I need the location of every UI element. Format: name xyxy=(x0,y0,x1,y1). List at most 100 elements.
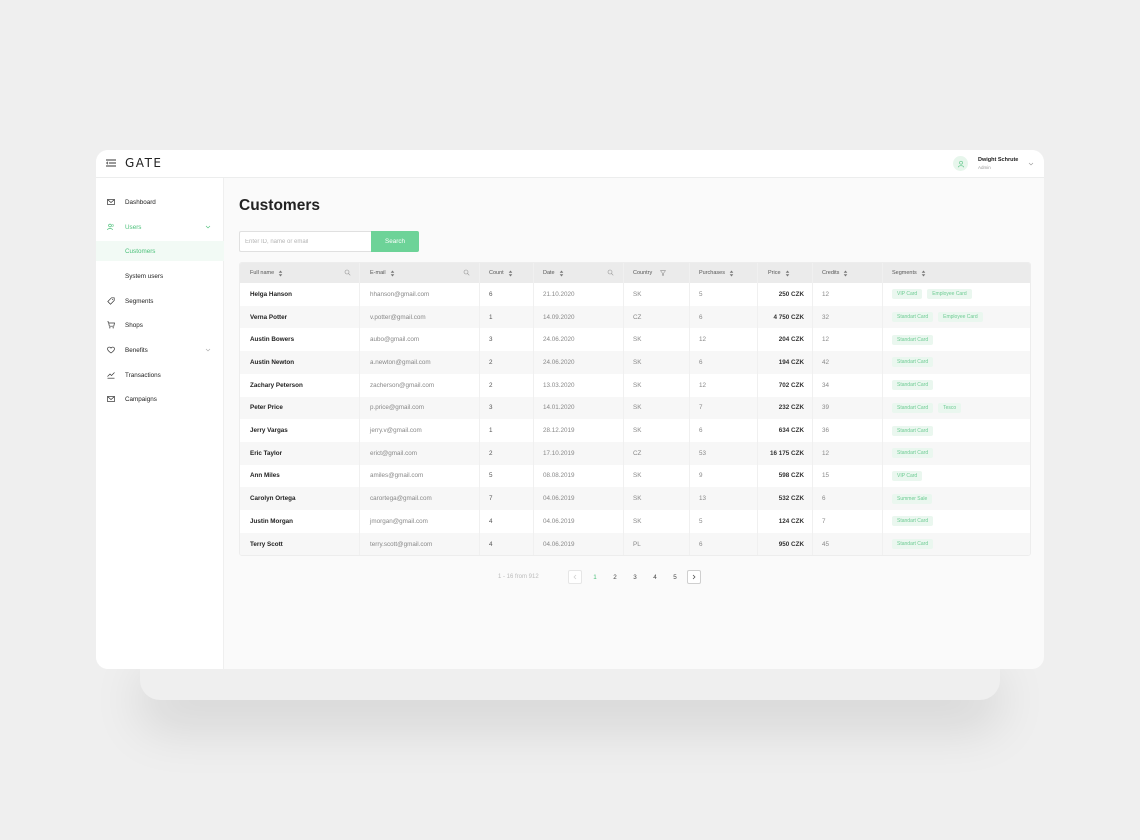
segment-tag[interactable]: Standart Card xyxy=(892,516,934,527)
column-header-count[interactable]: Count xyxy=(489,263,513,283)
pagination-page-3[interactable]: 3 xyxy=(630,574,640,581)
cell-price: 532 CZK xyxy=(778,495,804,503)
cell-email: a.newton@gmail.com xyxy=(370,358,431,366)
pagination-next-button[interactable] xyxy=(687,570,701,584)
search-button[interactable]: Search xyxy=(371,231,419,252)
segment-tag[interactable]: Tesco xyxy=(938,402,962,413)
segment-tag[interactable]: Standart Card xyxy=(892,334,934,345)
cell-date: 04.06.2019 xyxy=(543,517,575,525)
segment-tag[interactable]: Standart Card xyxy=(892,312,934,323)
pagination-page-1[interactable]: 1 xyxy=(590,574,600,581)
search-icon[interactable] xyxy=(463,269,470,276)
chevron-down-icon[interactable] xyxy=(1028,161,1034,167)
segment-tag[interactable]: VIP Card xyxy=(892,470,923,481)
cell-count: 2 xyxy=(489,381,493,389)
cell-date: 04.06.2019 xyxy=(543,495,575,503)
filter-icon[interactable] xyxy=(660,270,667,276)
column-header-credits[interactable]: Credits xyxy=(822,263,848,283)
cell-count: 3 xyxy=(489,404,493,412)
column-header-price[interactable]: Price xyxy=(768,263,790,283)
cell-credits: 42 xyxy=(822,358,830,366)
sidebar-item-label: Dashboard xyxy=(125,198,156,206)
sidebar-item-system-users[interactable]: System users xyxy=(96,266,224,286)
sidebar-item-benefits[interactable]: Benefits xyxy=(96,340,224,360)
pagination-prev-button[interactable] xyxy=(568,570,582,584)
sidebar-item-segments[interactable]: Segments xyxy=(96,291,224,311)
sort-icon xyxy=(785,270,789,276)
cell-name: Zachary Peterson xyxy=(250,381,303,389)
column-header-date[interactable]: Date xyxy=(543,263,564,283)
sidebar-item-transactions[interactable]: Transactions xyxy=(96,365,224,385)
cell-segments: Standart Card Tesco xyxy=(892,397,966,420)
cell-email: hhanson@gmail.com xyxy=(370,290,430,298)
pagination-info: 1 - 16 from 912 xyxy=(498,574,539,580)
heart-icon xyxy=(107,346,115,354)
cell-name: Helga Hanson xyxy=(250,290,292,298)
pagination-page-2[interactable]: 2 xyxy=(610,574,620,581)
cell-country: SK xyxy=(633,495,642,503)
sort-icon xyxy=(729,270,734,276)
cell-segments: VIP Card Employee Card xyxy=(892,283,977,306)
search-icon[interactable] xyxy=(344,269,351,276)
sidebar-item-campaigns[interactable]: Campaigns xyxy=(96,389,224,409)
sidebar-item-shops[interactable]: Shops xyxy=(96,315,224,335)
cell-credits: 45 xyxy=(822,540,830,548)
cell-purchases: 13 xyxy=(699,495,707,503)
cell-date: 21.10.2020 xyxy=(543,290,575,298)
chevron-down-icon[interactable] xyxy=(205,224,211,230)
segment-tag[interactable]: Standart Card xyxy=(892,448,934,459)
tag-icon xyxy=(107,297,115,305)
segment-tag[interactable]: Standart Card xyxy=(892,539,934,550)
app-logo[interactable]: GATE xyxy=(125,156,163,170)
segment-tag[interactable]: Standart Card xyxy=(892,357,934,368)
cell-country: SK xyxy=(633,381,642,389)
cell-price: 16 175 CZK xyxy=(770,449,804,457)
cell-email: p.price@gmail.com xyxy=(370,404,424,412)
chevron-down-icon[interactable] xyxy=(205,347,211,353)
sort-icon xyxy=(390,270,394,276)
avatar[interactable] xyxy=(953,156,968,171)
segment-tag[interactable]: VIP Card xyxy=(892,289,923,300)
cell-date: 28.12.2019 xyxy=(543,427,575,435)
cell-name: Justin Morgan xyxy=(250,517,294,525)
column-divider xyxy=(623,263,624,555)
cell-count: 3 xyxy=(489,336,493,344)
cell-segments: Standart Card xyxy=(892,374,938,397)
cell-price: 4 750 CZK xyxy=(773,313,804,321)
segment-tag[interactable]: Summer Sale xyxy=(892,493,933,504)
column-header-country[interactable]: Country xyxy=(633,263,667,283)
sidebar-item-customers[interactable]: Customers xyxy=(96,241,224,261)
column-header-purchases[interactable]: Purchases xyxy=(699,263,734,283)
column-header-email[interactable]: E-mail xyxy=(370,263,395,283)
search-icon[interactable] xyxy=(607,269,614,276)
page-title: Customers xyxy=(239,197,320,214)
pagination-page-5[interactable]: 5 xyxy=(670,574,680,581)
cell-price: 634 CZK xyxy=(778,427,804,435)
cell-name: Eric Taylor xyxy=(250,449,283,457)
search-input[interactable] xyxy=(239,231,371,252)
pagination-page-4[interactable]: 4 xyxy=(650,574,660,581)
cell-price: 194 CZK xyxy=(778,358,804,366)
sidebar-item-dashboard[interactable]: Dashboard xyxy=(96,192,224,212)
cell-country: PL xyxy=(633,540,641,548)
column-header-segments[interactable]: Segments xyxy=(892,263,926,283)
cell-segments: Standart Card xyxy=(892,419,938,442)
segment-tag[interactable]: Standart Card xyxy=(892,380,934,391)
segment-tag[interactable]: Employee Card xyxy=(938,312,983,323)
segment-tag[interactable]: Standart Card xyxy=(892,402,934,413)
column-header-full-name[interactable]: Full name xyxy=(250,263,283,283)
cell-price: 950 CZK xyxy=(778,540,804,548)
segment-tag[interactable]: Standart Card xyxy=(892,425,934,436)
cell-purchases: 12 xyxy=(699,381,707,389)
cell-segments: Standart Card xyxy=(892,328,938,351)
cell-price: 598 CZK xyxy=(778,472,804,480)
segment-tag[interactable]: Employee Card xyxy=(927,289,972,300)
user-name[interactable]: Dwight Schrute xyxy=(978,157,1018,163)
cell-name: Terry Scott xyxy=(250,540,283,548)
cell-credits: 12 xyxy=(822,336,830,344)
cell-country: SK xyxy=(633,290,642,298)
sidebar-item-users[interactable]: Users xyxy=(96,217,224,237)
users-icon xyxy=(107,223,114,231)
menu-icon[interactable] xyxy=(106,158,116,168)
cell-email: amiles@gmail.com xyxy=(370,472,424,480)
